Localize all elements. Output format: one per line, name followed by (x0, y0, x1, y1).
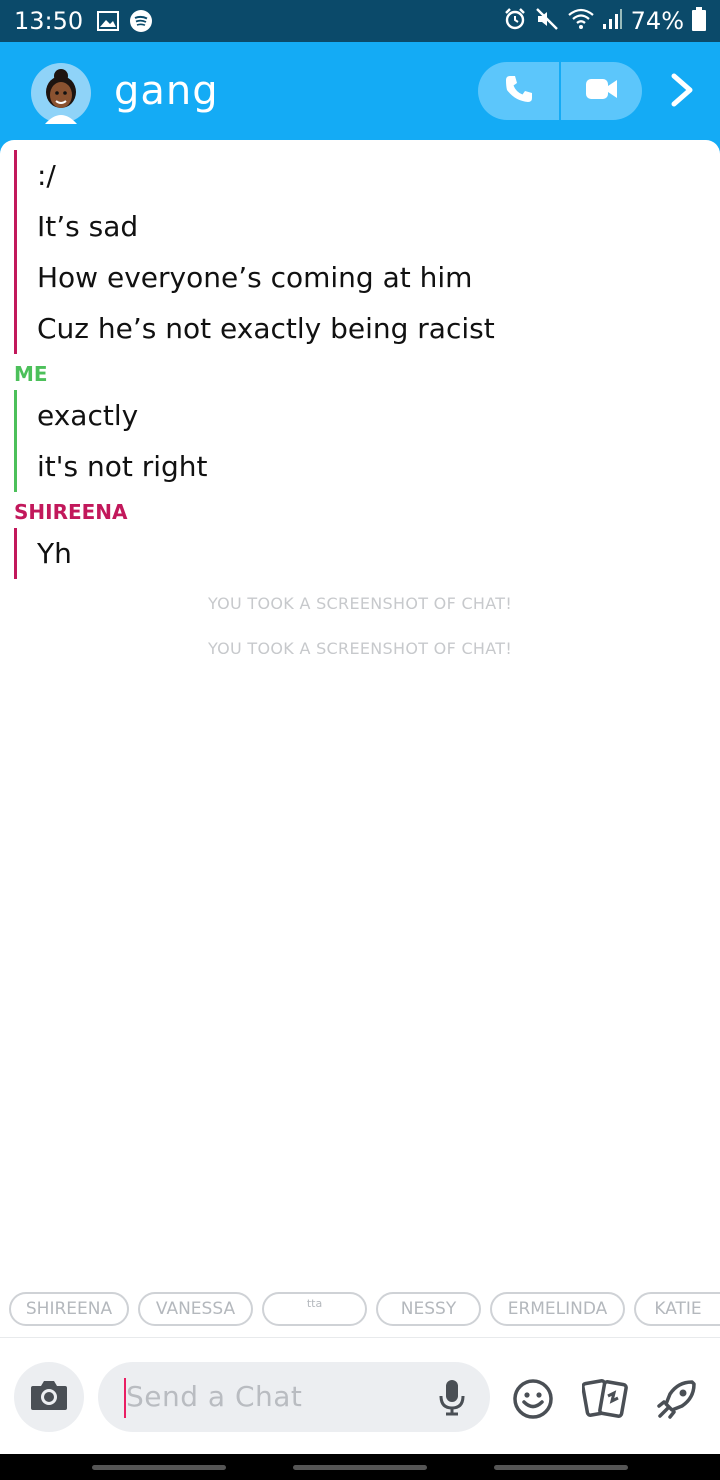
avatar[interactable] (30, 62, 92, 124)
mention-bar: SHIREENA VANESSA tta NESSY ERMELINDA KAT… (0, 1290, 720, 1330)
camera-icon (29, 1378, 69, 1416)
mic-icon[interactable] (438, 1378, 466, 1420)
chat-message[interactable]: Yh (17, 528, 72, 579)
chat-message[interactable]: Cuz he’s not exactly being racist (17, 303, 495, 354)
signal-icon (602, 8, 623, 34)
status-bar: 13:50 74% (0, 0, 720, 42)
mention-chip[interactable]: SHIREENA (9, 1292, 129, 1326)
mention-chip[interactable]: VANESSA (138, 1292, 253, 1326)
chat-input-placeholder: Send a Chat (126, 1380, 303, 1413)
rocket-icon[interactable] (656, 1378, 698, 1424)
chat-title[interactable]: gang (114, 68, 219, 114)
spotify-icon (129, 9, 153, 33)
screenshot-notice: YOU TOOK A SCREENSHOT OF CHAT! (207, 639, 513, 658)
nav-home[interactable] (293, 1465, 427, 1470)
call-button-group (478, 62, 642, 120)
chat-message[interactable]: It’s sad (17, 201, 495, 252)
battery-percent: 74% (630, 7, 684, 35)
chat-header: gang (0, 42, 720, 154)
chat-message[interactable]: :/ (17, 150, 495, 201)
status-time: 13:50 (14, 7, 84, 35)
message-group-shireena: Yh (14, 528, 72, 579)
system-nav-bar (0, 1454, 720, 1480)
cards-icon[interactable] (581, 1378, 628, 1424)
mention-chip[interactable]: KATIE (634, 1292, 720, 1326)
mute-icon (535, 7, 559, 35)
chat-message[interactable]: How everyone’s coming at him (17, 252, 495, 303)
sender-label-shireena: SHIREENA (14, 500, 128, 524)
chat-message[interactable]: exactly (17, 390, 208, 441)
voice-call-button[interactable] (478, 62, 559, 120)
chat-message[interactable]: it's not right (17, 441, 208, 492)
phone-icon (503, 73, 535, 109)
battery-icon (692, 7, 706, 35)
divider (0, 1337, 720, 1338)
gallery-icon (97, 11, 120, 31)
nav-back[interactable] (494, 1465, 628, 1470)
sender-label-me: ME (14, 362, 48, 386)
mention-chip[interactable]: tta (262, 1292, 367, 1326)
mention-chip[interactable]: NESSY (376, 1292, 481, 1326)
chat-input[interactable]: Send a Chat (98, 1362, 490, 1432)
video-call-button[interactable] (561, 62, 642, 120)
emoji-icon[interactable] (512, 1378, 554, 1424)
mention-chip[interactable]: ERMELINDA (490, 1292, 625, 1326)
alarm-icon (503, 7, 527, 35)
message-group-me: exactly it's not right (14, 390, 208, 492)
chevron-right-icon[interactable] (668, 72, 698, 112)
nav-recents[interactable] (92, 1465, 226, 1470)
camera-button[interactable] (14, 1362, 84, 1432)
message-group-friend: :/ It’s sad How everyone’s coming at him… (14, 150, 495, 354)
screenshot-notice: YOU TOOK A SCREENSHOT OF CHAT! (207, 594, 513, 613)
wifi-icon (567, 7, 595, 35)
video-icon (585, 76, 619, 106)
chat-area[interactable]: :/ It’s sad How everyone’s coming at him… (0, 140, 720, 1300)
